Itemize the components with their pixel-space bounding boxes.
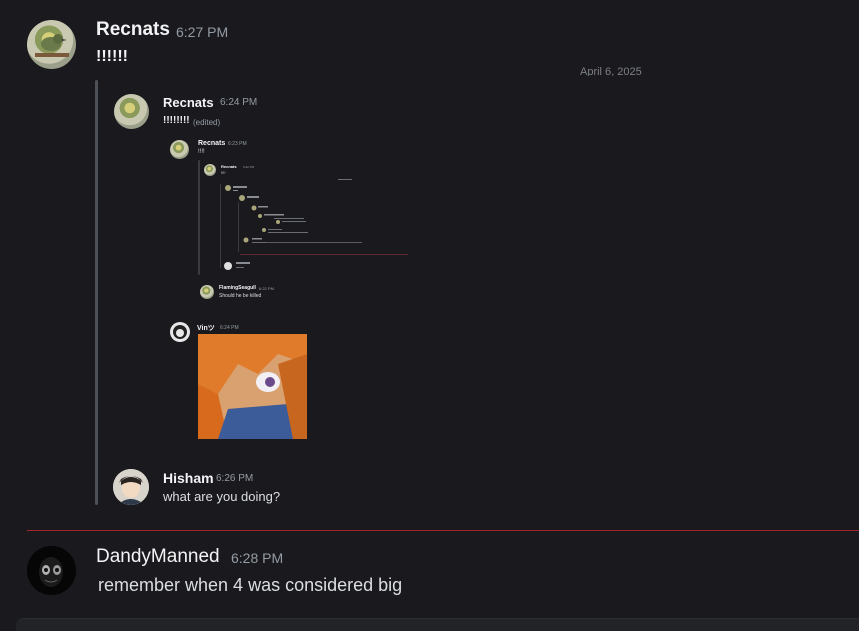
vin-image-attachment	[198, 334, 307, 439]
nested-text: !!!!	[198, 149, 205, 155]
dandymanned-author[interactable]: DandyManned	[96, 546, 220, 568]
nested2-text: !!!!	[221, 170, 226, 175]
dandymanned-text: remember when 4 was considered big	[98, 575, 403, 595]
embed-left-bar	[95, 80, 98, 505]
date-separator: April 6, 2025	[580, 66, 642, 76]
avatar-dandymanned[interactable]	[27, 546, 76, 595]
message-timestamp: 6:27 PM	[176, 24, 229, 40]
hisham-timestamp: 6:26 PM	[216, 473, 254, 484]
hisham-avatar-icon	[113, 469, 149, 505]
message-text: !!!!!!	[96, 48, 128, 65]
flamingseagull-timestamp: 6:22 PM	[259, 286, 274, 291]
flamingseagull-author: FlamingSeagull	[219, 285, 256, 291]
new-messages-divider	[27, 530, 859, 531]
anime-girl-image-icon	[198, 334, 307, 439]
message-composer[interactable]	[16, 618, 859, 631]
quoted-text: !!!!!!!!	[163, 115, 190, 126]
avatar-hisham[interactable]	[113, 469, 149, 505]
avatar-flamingseagull	[200, 285, 214, 299]
avatar-recnats[interactable]	[27, 20, 76, 69]
nested2-timestamp: 6:22 PM	[243, 165, 255, 169]
avatar-recnats-nested	[170, 140, 189, 159]
avatar-vin	[170, 322, 190, 342]
quoted-author: Recnats	[163, 95, 214, 110]
quoted-timestamp: 6:24 PM	[220, 97, 258, 108]
vin-avatar-icon	[173, 325, 187, 339]
vin-timestamp: 6:24 PM	[220, 325, 239, 331]
nested2-author: Recnats	[221, 164, 237, 169]
nested-author: Recnats	[198, 140, 226, 147]
message-author[interactable]: Recnats	[96, 19, 170, 41]
edited-label: (edited)	[193, 118, 221, 127]
hisham-text: what are you doing?	[163, 489, 281, 504]
dandymanned-timestamp: 6:28 PM	[231, 550, 284, 566]
nested-timestamp: 6:23 PM	[228, 141, 247, 147]
bird-avatar-icon	[35, 34, 69, 57]
vin-author: Vinツ	[197, 325, 215, 332]
nested-quote-bar	[198, 160, 200, 275]
avatar-recnats-nested-2	[204, 164, 216, 176]
avatar-recnats-quoted	[114, 94, 149, 129]
flamingseagull-text: Should he be killed	[219, 293, 262, 299]
dark-face-avatar-icon	[27, 546, 76, 595]
hisham-author: Hisham	[163, 470, 214, 486]
nested-thread-thumbnail	[220, 179, 408, 270]
